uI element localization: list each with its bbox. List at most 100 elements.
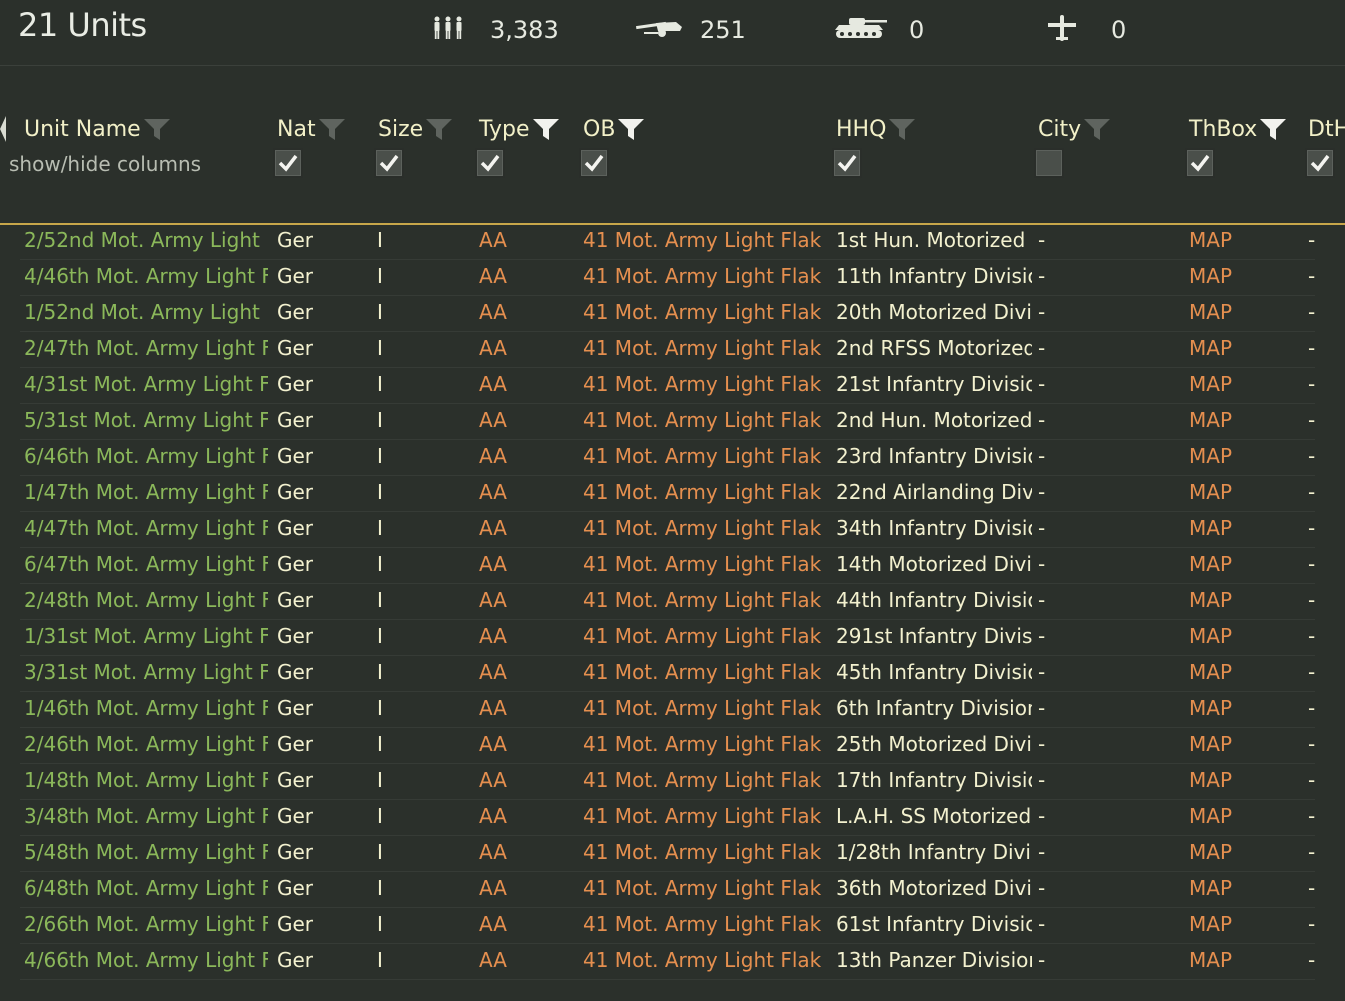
cell-thbox: MAP [1189, 732, 1232, 756]
scroll-left-icon[interactable] [0, 116, 6, 142]
cell-size: I [377, 444, 383, 468]
column-label: City [1038, 116, 1082, 142]
thbox-column-checkbox[interactable] [1185, 148, 1215, 178]
cell-dth: - [1308, 696, 1316, 720]
filter-icon[interactable] [143, 117, 171, 141]
table-row[interactable]: 1/47th Mot. Army Light Fl Ger I AA 41 Mot. A… [0, 476, 1345, 512]
cell-city: - [1038, 696, 1046, 720]
table-row[interactable]: 6/46th Mot. Army Light F Ger I AA 41 Mot. Ar… [0, 440, 1345, 476]
nat-column-checkbox[interactable] [273, 148, 303, 178]
cell-size: I [377, 696, 383, 720]
column-header-nat[interactable]: Nat [277, 112, 346, 146]
column-header-thbox[interactable]: ThBox [1189, 112, 1287, 146]
column-header-ob[interactable]: OB [583, 112, 645, 146]
table-row[interactable]: 3/48th Mot. Army Light Fl Ger I AA 41 Mot. A… [0, 800, 1345, 836]
cell-ob: 41 Mot. Army Light Flak C [583, 732, 827, 756]
cell-ob: 41 Mot. Army Light Flak C [583, 372, 827, 396]
cell-type: AA [479, 516, 507, 540]
cell-city: - [1038, 660, 1046, 684]
cell-type: AA [479, 336, 507, 360]
column-header-unit-name[interactable]: Unit Name [24, 112, 171, 146]
filter-icon[interactable] [617, 117, 645, 141]
cell-nat: Ger [277, 588, 314, 612]
cell-hhq: 2nd RFSS Motorized [836, 336, 1032, 360]
cell-unit-name: 3/31st Mot. Army Light Fl [24, 660, 268, 684]
table-row[interactable]: 2/47th Mot. Army Light Fl Ger I AA 41 Mot. A… [0, 332, 1345, 368]
cell-unit-name: 4/46th Mot. Army Light Fl [24, 264, 268, 288]
table-row[interactable]: 4/31st Mot. Army Light Fl Ger I AA 41 Mot. A… [0, 368, 1345, 404]
cell-hhq: 291st Infantry Divisi [836, 624, 1032, 648]
cell-nat: Ger [277, 408, 314, 432]
cell-dth: - [1308, 408, 1316, 432]
cell-size: I [377, 552, 383, 576]
city-column-checkbox[interactable] [1034, 148, 1064, 178]
size-column-checkbox[interactable] [374, 148, 404, 178]
table-row[interactable]: 4/46th Mot. Army Light Fl Ger I AA 41 Mot. A… [0, 260, 1345, 296]
ob-column-checkbox[interactable] [579, 148, 609, 178]
table-row[interactable]: 2/46th Mot. Army Light Fl Ger I AA 41 Mot. A… [0, 728, 1345, 764]
cell-unit-name: 5/48th Mot. Army Light Fl [24, 840, 268, 864]
table-row[interactable]: 2/52nd Mot. Army Light F Ger I AA 41 Mot. Ar… [0, 224, 1345, 260]
cell-ob: 41 Mot. Army Light Flak C [583, 840, 827, 864]
table-row[interactable]: 6/47th Mot. Army Light Fl Ger I AA 41 Mot. A… [0, 548, 1345, 584]
table-row[interactable]: 1/48th Mot. Army Light Fl Ger I AA 41 Mot. A… [0, 764, 1345, 800]
column-label: OB [583, 116, 616, 142]
row-divider [20, 979, 1315, 980]
cell-dth: - [1308, 840, 1316, 864]
cell-hhq: 17th Infantry Divisio [836, 768, 1032, 792]
table-row[interactable]: 1/46th Mot. Army Light Fl Ger I AA 41 Mot. A… [0, 692, 1345, 728]
cell-ob: 41 Mot. Army Light Flak C [583, 480, 827, 504]
filter-icon[interactable] [318, 117, 346, 141]
cell-city: - [1038, 912, 1046, 936]
table-row[interactable]: 4/66th Mot. Army Light F Ger I AA 41 Mot. Ar… [0, 944, 1345, 980]
cell-nat: Ger [277, 660, 314, 684]
infantry-icon [432, 15, 464, 45]
column-header-hhq[interactable]: HHQ [836, 112, 916, 146]
column-header-size[interactable]: Size [378, 112, 453, 146]
cell-ob: 41 Mot. Army Light Flak C [583, 804, 827, 828]
table-header: Unit Name show/hide columns Nat Size Typ… [0, 66, 1345, 225]
tank-count: 0 [909, 16, 925, 44]
cell-dth: - [1308, 228, 1316, 252]
cell-thbox: MAP [1189, 444, 1232, 468]
cell-city: - [1038, 372, 1046, 396]
cell-city: - [1038, 264, 1046, 288]
table-row[interactable]: 3/31st Mot. Army Light Fl Ger I AA 41 Mot. A… [0, 656, 1345, 692]
filter-icon[interactable] [1083, 117, 1111, 141]
cell-ob: 41 Mot. Army Light Flak C [583, 948, 827, 972]
cell-ob: 41 Mot. Army Light Flak C [583, 444, 827, 468]
table-row[interactable]: 4/47th Mot. Army Light Fl Ger I AA 41 Mot. A… [0, 512, 1345, 548]
cell-thbox: MAP [1189, 408, 1232, 432]
filter-icon[interactable] [1259, 117, 1287, 141]
cell-nat: Ger [277, 912, 314, 936]
type-column-checkbox[interactable] [475, 148, 505, 178]
filter-icon[interactable] [888, 117, 916, 141]
cell-hhq: 34th Infantry Divisio [836, 516, 1032, 540]
table-row[interactable]: 5/31st Mot. Army Light Fl Ger I AA 41 Mot. A… [0, 404, 1345, 440]
cell-dth: - [1308, 732, 1316, 756]
table-row[interactable]: 2/66th Mot. Army Light F Ger I AA 41 Mot. Ar… [0, 908, 1345, 944]
column-header-type[interactable]: Type [479, 112, 560, 146]
table-row[interactable]: 1/31st Mot. Army Light Fla Ger I AA 41 Mot. … [0, 620, 1345, 656]
cell-hhq: 6th Infantry Division [836, 696, 1032, 720]
table-row[interactable]: 6/48th Mot. Army Light Fl Ger I AA 41 Mot. A… [0, 872, 1345, 908]
dth-column-checkbox[interactable] [1305, 148, 1335, 178]
cell-size: I [377, 300, 383, 324]
filter-icon[interactable] [425, 117, 453, 141]
cell-dth: - [1308, 372, 1316, 396]
cell-size: I [377, 840, 383, 864]
cell-nat: Ger [277, 732, 314, 756]
column-header-city[interactable]: City [1038, 112, 1111, 146]
filter-icon[interactable] [532, 117, 560, 141]
cell-thbox: MAP [1189, 300, 1232, 324]
table-row[interactable]: 5/48th Mot. Army Light Fl Ger I AA 41 Mot. A… [0, 836, 1345, 872]
table-row[interactable]: 1/52nd Mot. Army Light Fl Ger I AA 41 Mot. A… [0, 296, 1345, 332]
cell-type: AA [479, 624, 507, 648]
cell-thbox: MAP [1189, 624, 1232, 648]
column-header-dth[interactable]: DtH [1308, 112, 1345, 146]
cell-dth: - [1308, 948, 1316, 972]
hhq-column-checkbox[interactable] [832, 148, 862, 178]
cell-size: I [377, 516, 383, 540]
cell-type: AA [479, 588, 507, 612]
table-row[interactable]: 2/48th Mot. Army Light Fl Ger I AA 41 Mot. A… [0, 584, 1345, 620]
